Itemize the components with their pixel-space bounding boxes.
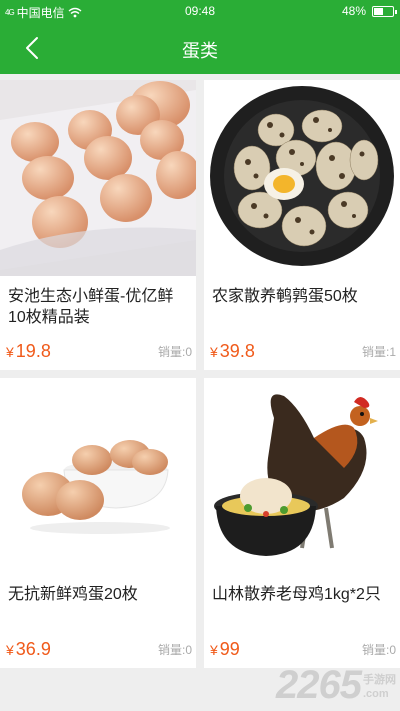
product-card[interactable]: 安池生态小鲜蛋-优亿鲜10枚精品装 ¥19.8 销量:0	[0, 80, 196, 370]
battery-icon	[372, 5, 397, 17]
product-name: 山林散养老母鸡1kg*2只	[212, 586, 381, 603]
product-name: 无抗新鲜鸡蛋20枚	[8, 586, 138, 603]
price-value: 19.8	[15, 341, 51, 361]
battery-percent: 48%	[341, 4, 366, 18]
status-bar: 4G 中国电信 09:48 48%	[0, 0, 400, 22]
battery-fill	[374, 7, 383, 15]
product-image	[204, 378, 400, 574]
product-image	[204, 80, 400, 276]
page-title: 蛋类	[182, 41, 218, 61]
product-card[interactable]: 山林散养老母鸡1kg*2只 ¥99 销量:0	[204, 378, 400, 668]
currency-symbol: ¥	[6, 344, 14, 360]
product-price: ¥99	[210, 639, 240, 660]
back-button[interactable]	[16, 32, 48, 64]
watermark-site: 手游网	[363, 674, 396, 686]
sales-count: 销量:0	[157, 345, 192, 359]
clock: 09:48	[184, 4, 216, 18]
product-name: 农家散养鹌鹑蛋50枚	[212, 288, 358, 305]
sales-count: 销量:0	[157, 643, 192, 657]
product-card[interactable]: 无抗新鲜鸡蛋20枚 ¥36.9 销量:0	[0, 378, 196, 668]
product-price: ¥19.8	[6, 341, 51, 362]
product-price: ¥36.9	[6, 639, 51, 660]
product-card[interactable]: 农家散养鹌鹑蛋50枚 ¥39.8 销量:1	[204, 80, 400, 370]
product-name: 安池生态小鲜蛋-优亿鲜10枚精品装	[8, 288, 174, 326]
nav-bar: 蛋类	[0, 22, 400, 74]
price-value: 36.9	[15, 639, 51, 659]
watermark-number: 2265	[276, 663, 362, 707]
site-watermark: 2265 手游网 .com	[276, 665, 396, 705]
product-image	[0, 378, 196, 574]
currency-symbol: ¥	[210, 344, 218, 360]
price-value: 99	[219, 639, 240, 659]
watermark-suffix: .com	[363, 688, 389, 700]
sales-count: 销量:0	[361, 643, 396, 657]
price-value: 39.8	[219, 341, 255, 361]
product-image	[0, 80, 196, 276]
currency-symbol: ¥	[6, 642, 14, 658]
sales-count: 销量:1	[361, 345, 396, 359]
chevron-left-icon	[26, 37, 38, 59]
product-price: ¥39.8	[210, 341, 255, 362]
currency-symbol: ¥	[210, 642, 218, 658]
status-right: 48%	[341, 4, 397, 18]
